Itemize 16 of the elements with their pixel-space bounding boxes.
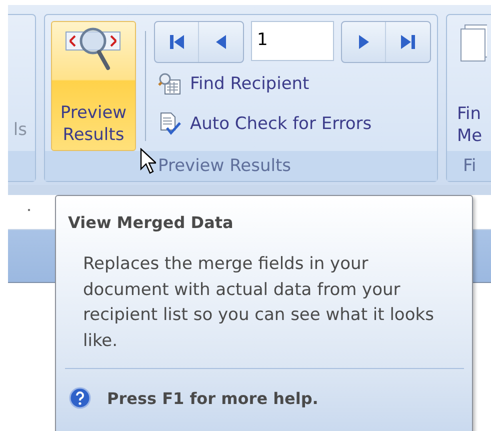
mouse-pointer-icon: [140, 148, 156, 174]
tooltip-title: View Merged Data: [68, 213, 234, 232]
command-button[interactable]: Auto Check for Errors: [154, 105, 431, 143]
help-hint: Press F1 for more help.: [107, 388, 318, 408]
preview-results-button[interactable]: Preview Results: [51, 21, 136, 151]
tooltip-description: Replaces the merge fields in your document with actual data from your recipient list so you can see what it looks like.: [83, 253, 435, 352]
help-icon: [69, 387, 91, 409]
find-recipient-icon: [158, 72, 182, 96]
group-label-band: [8, 151, 35, 181]
skip-end-icon: [398, 32, 418, 52]
group-label: Fi: [463, 156, 476, 176]
button-label[interactable]: Fin Me: [457, 103, 491, 147]
record-number-field[interactable]: 1: [251, 21, 334, 61]
command-button[interactable]: Find Recipient: [154, 65, 431, 103]
document-check-icon: [158, 112, 182, 136]
group-label: Preview Results: [158, 156, 291, 176]
